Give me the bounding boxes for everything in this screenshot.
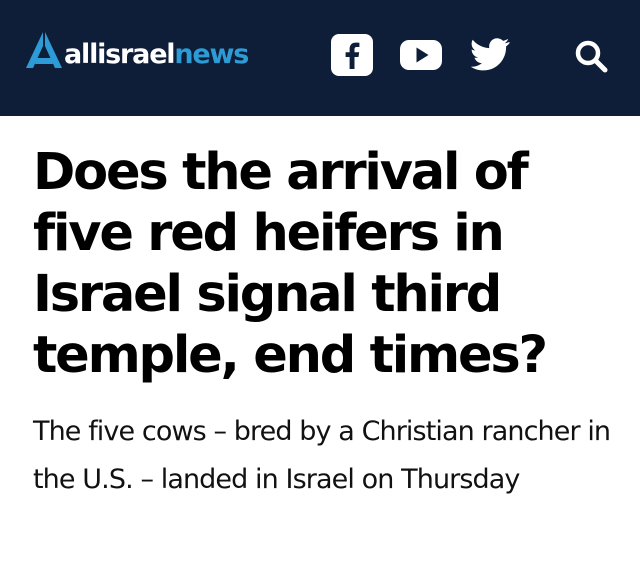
search-icon[interactable] [573,34,609,76]
article-subheadline: The five cows – bred by a Christian ranc… [33,416,611,495]
twitter-icon[interactable] [469,34,511,76]
logo-wordmark-primary: allisrael [64,39,176,70]
article-headline: Does the arrival of five red heifers in … [33,143,548,385]
logo-wordmark: allisraelnews [64,39,249,70]
logo-wordmark-accent: news [174,39,249,70]
site-logo[interactable]: allisraelnews [24,30,249,70]
facebook-icon[interactable] [331,34,373,76]
site-header: allisraelnews [0,0,640,116]
logo-a-mark-icon [26,32,62,68]
youtube-icon[interactable] [400,34,442,76]
